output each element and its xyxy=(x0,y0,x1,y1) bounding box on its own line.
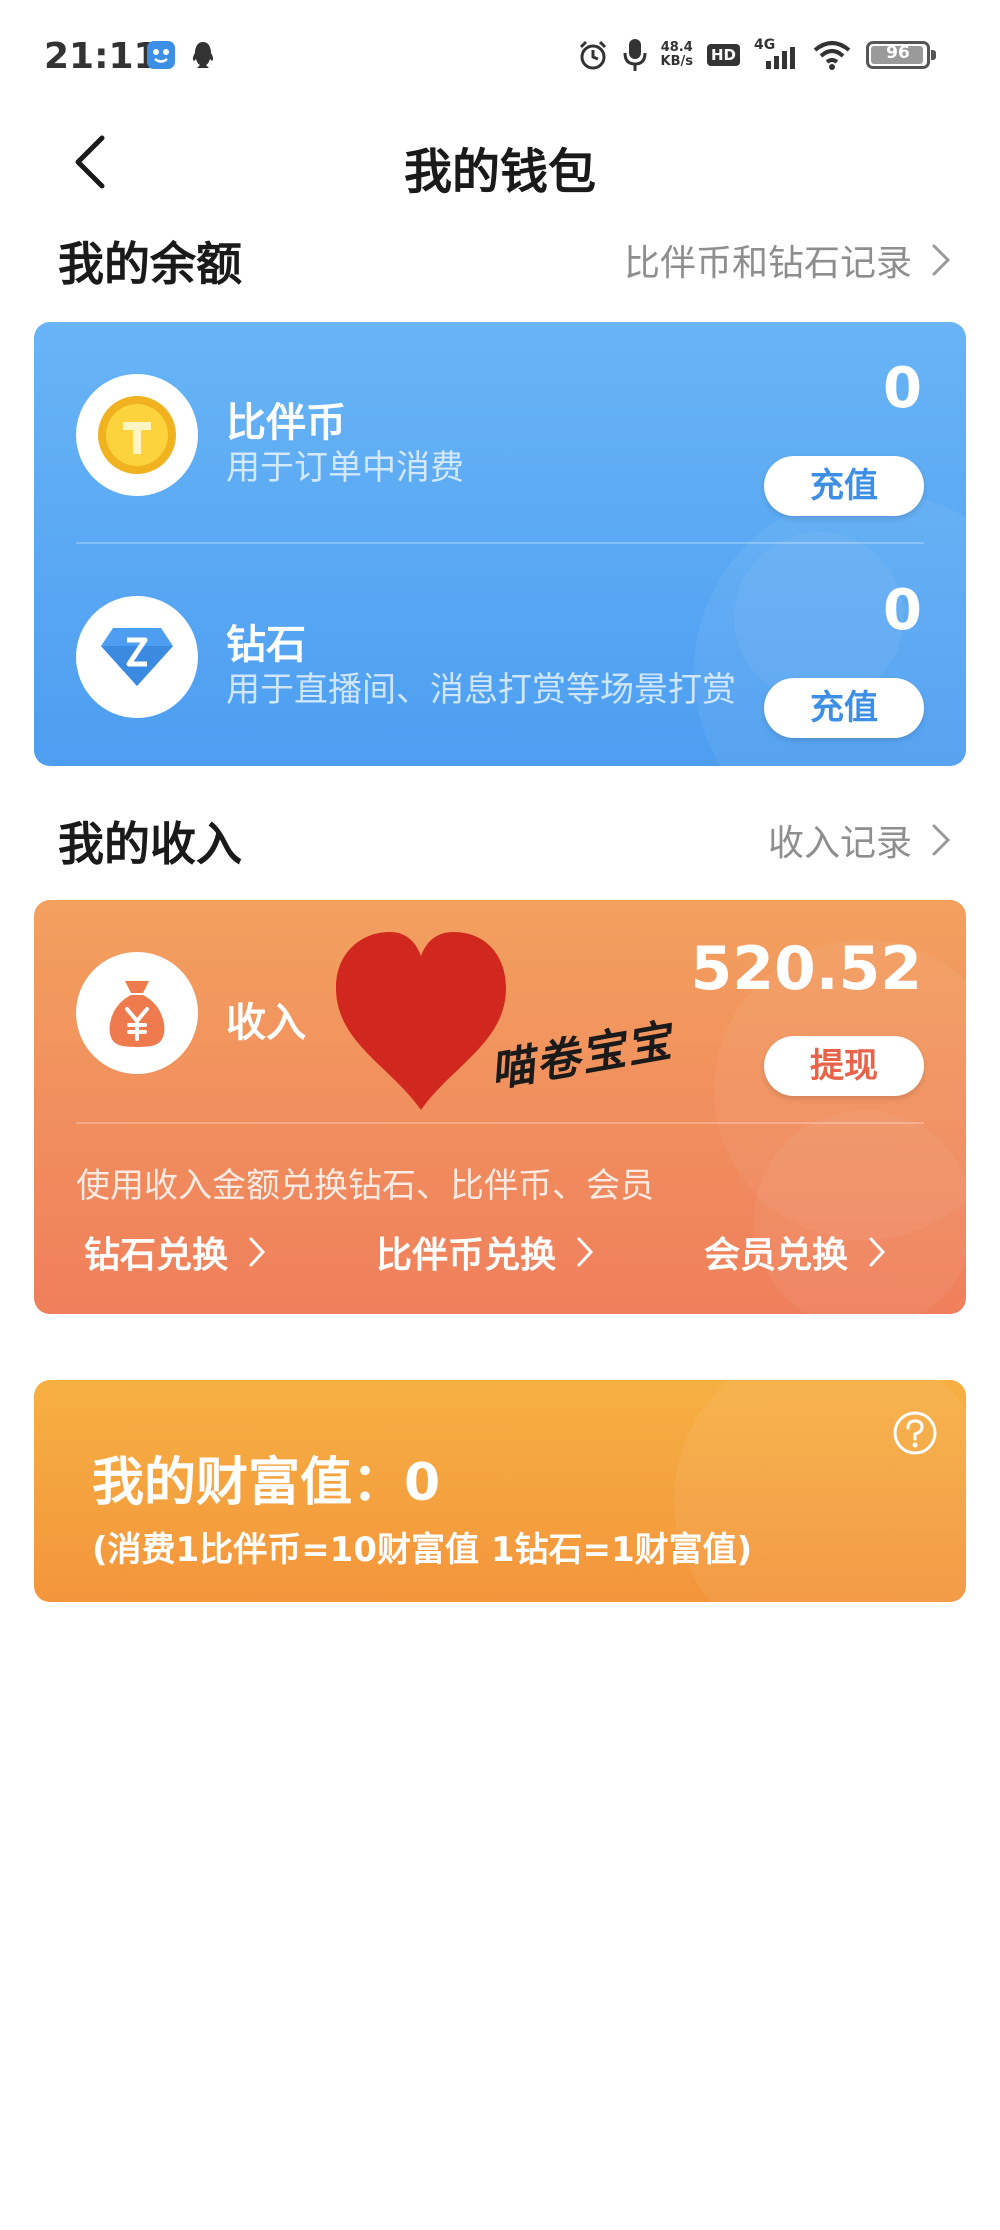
question-icon[interactable] xyxy=(892,1410,938,1456)
hd-badge: HD xyxy=(706,44,740,66)
diamond-amount: 0 xyxy=(883,578,922,643)
member-exchange-link[interactable]: 会员兑换 xyxy=(704,1226,886,1278)
chevron-right-icon xyxy=(249,1237,266,1267)
gold-coin-icon xyxy=(98,396,176,474)
app-notification-icon xyxy=(147,41,175,69)
income-section-title: 我的收入 xyxy=(58,817,242,871)
coin-exchange-link[interactable]: 比伴币兑换 xyxy=(376,1226,594,1278)
net-speed-value: 48.4 xyxy=(660,40,693,55)
battery-level: 96 xyxy=(886,43,910,63)
status-time: 21:11 xyxy=(44,36,159,77)
income-icon-circle xyxy=(76,952,198,1074)
battery-icon: 96 xyxy=(866,41,936,69)
diamond-recharge-button[interactable]: 充值 xyxy=(764,678,924,738)
signal-icon: 4G xyxy=(754,37,798,71)
wifi-icon xyxy=(813,41,851,70)
chevron-right-icon xyxy=(869,1237,886,1267)
wallet-page: 21:11 48.4 KB/s HD 4G 96 我的钱包 我的余额 比伴币和钻… xyxy=(0,0,1000,2230)
net-speed: 48.4 KB/s xyxy=(661,41,693,69)
member-exchange-label: 会员兑换 xyxy=(704,1235,849,1276)
balance-divider xyxy=(76,542,924,544)
chevron-right-icon xyxy=(932,824,951,856)
status-bar: 21:11 48.4 KB/s HD 4G 96 xyxy=(0,0,1000,120)
income-amount: 520.52 xyxy=(690,934,922,1004)
heart-sticker xyxy=(336,932,506,1110)
income-records-label: 收入记录 xyxy=(767,823,912,864)
network-type: 4G xyxy=(754,37,776,53)
qq-icon xyxy=(192,42,214,68)
status-indicators: 48.4 KB/s HD 4G 96 xyxy=(577,37,936,72)
records-link-label: 比伴币和钻石记录 xyxy=(623,243,912,284)
diamond-icon-circle xyxy=(76,596,198,718)
diamond-exchange-label: 钻石兑换 xyxy=(84,1235,229,1276)
alarm-icon xyxy=(579,40,606,70)
coin-diamond-records-link[interactable]: 比伴币和钻石记录 xyxy=(624,234,952,286)
balance-card: 比伴币 用于订单中消费 0 充值 钻石 用于直播间、消息打赏等场景打赏 0 充值 xyxy=(34,322,966,766)
diamond-desc: 用于直播间、消息打赏等场景打赏 xyxy=(226,670,736,710)
wealth-card: 我的财富值：0 (消费1比伴币=10财富值 1钻石=1财富值) xyxy=(34,1380,966,1602)
diamond-exchange-link[interactable]: 钻石兑换 xyxy=(84,1226,266,1278)
income-records-link[interactable]: 收入记录 xyxy=(768,814,952,866)
wealth-title: 我的财富值：0 xyxy=(92,1453,441,1513)
income-divider xyxy=(76,1122,924,1124)
income-hint: 使用收入金额兑换钻石、比伴币、会员 xyxy=(76,1166,654,1206)
coin-icon-circle xyxy=(76,374,198,496)
microphone-icon xyxy=(623,39,647,71)
coin-amount: 0 xyxy=(883,356,922,421)
income-name: 收入 xyxy=(226,1000,306,1046)
diamond-icon xyxy=(101,628,173,686)
page-title: 我的钱包 xyxy=(403,144,596,200)
chevron-right-icon xyxy=(577,1237,594,1267)
balance-section-title: 我的余额 xyxy=(58,237,242,291)
withdraw-button[interactable]: 提现 xyxy=(764,1036,924,1096)
coin-exchange-label: 比伴币兑换 xyxy=(376,1235,557,1276)
coin-recharge-button[interactable]: 充值 xyxy=(764,456,924,516)
net-speed-unit: KB/s xyxy=(660,54,693,69)
coin-desc: 用于订单中消费 xyxy=(226,448,464,488)
wealth-rule: (消费1比伴币=10财富值 1钻石=1财富值) xyxy=(92,1530,753,1570)
money-bag-icon xyxy=(109,981,165,1047)
chevron-right-icon xyxy=(932,244,951,276)
